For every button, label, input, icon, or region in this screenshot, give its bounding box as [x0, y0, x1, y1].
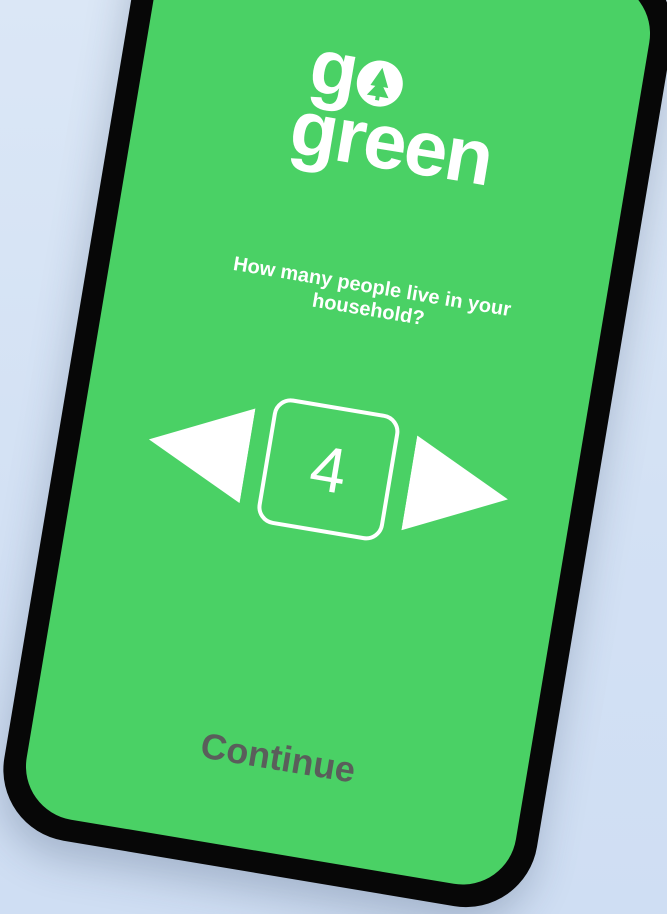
- household-count-value: 4: [254, 395, 403, 544]
- decrement-arrow-icon[interactable]: [141, 392, 256, 504]
- household-question: How many people live in your household?: [231, 253, 513, 330]
- increment-arrow-icon[interactable]: [401, 435, 515, 547]
- app-logo: g green: [131, 6, 641, 214]
- phone-frame: g green How many people live in your hou…: [0, 0, 667, 914]
- continue-button[interactable]: Continue: [30, 696, 526, 819]
- household-count-stepper: 4: [120, 367, 538, 571]
- app-screen: g green How many people live in your hou…: [17, 0, 659, 893]
